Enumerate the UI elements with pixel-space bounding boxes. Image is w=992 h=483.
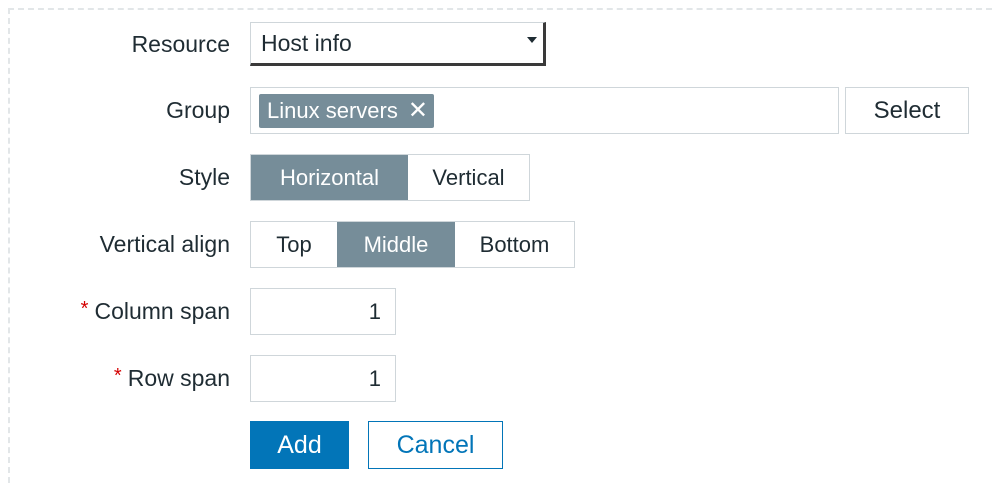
cancel-button[interactable]: Cancel [368, 421, 503, 469]
vertical-align-option-bottom[interactable]: Bottom [455, 222, 574, 267]
required-marker: * [113, 364, 122, 387]
column-span-input[interactable]: 1 [250, 288, 396, 335]
vertical-align-radio-group: Top Middle Bottom [250, 221, 575, 268]
resource-label: Resource [131, 30, 230, 57]
group-label: Group [166, 96, 230, 123]
group-multiselect[interactable]: Linux servers ✕ [250, 87, 839, 134]
group-chip-label: Linux servers [267, 97, 398, 123]
row-span-label: * Row span [113, 364, 230, 391]
group-select-button[interactable]: Select [845, 87, 969, 134]
resource-select-value: Host info [261, 29, 352, 56]
vertical-align-label: Vertical align [99, 230, 230, 257]
chevron-down-icon [527, 37, 537, 43]
style-label: Style [178, 163, 230, 190]
vertical-align-option-top[interactable]: Top [251, 222, 337, 267]
close-icon[interactable]: ✕ [408, 98, 428, 123]
style-radio-group: Horizontal Vertical [250, 154, 530, 201]
style-option-horizontal[interactable]: Horizontal [251, 155, 408, 200]
resource-select[interactable]: Host info [250, 22, 546, 66]
group-chip: Linux servers ✕ [259, 93, 434, 128]
style-option-vertical[interactable]: Vertical [408, 155, 529, 200]
vertical-align-option-middle[interactable]: Middle [337, 222, 455, 267]
row-span-input[interactable]: 1 [250, 355, 396, 402]
column-span-label: * Column span [80, 297, 230, 324]
add-button[interactable]: Add [250, 421, 349, 469]
required-marker: * [80, 297, 89, 320]
